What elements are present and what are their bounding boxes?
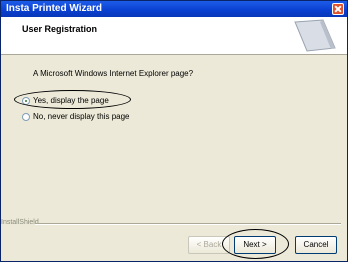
footer-divider	[35, 223, 341, 225]
radio-selected-icon[interactable]	[22, 96, 30, 105]
option-never-display[interactable]: No, never display this page	[22, 112, 130, 121]
back-button[interactable]: < Back	[188, 236, 230, 254]
page-title: User Registration	[22, 24, 98, 34]
cancel-button[interactable]: Cancel	[295, 236, 337, 254]
wizard-graphic-icon	[294, 19, 336, 52]
radio-unselected-icon[interactable]	[22, 112, 30, 121]
option-label: No, never display this page	[33, 112, 130, 121]
next-button[interactable]: Next >	[234, 236, 276, 254]
wizard-dialog: Insta Printed Wizard User Registration A…	[0, 0, 348, 262]
brand-label: InstallShield	[1, 219, 39, 226]
close-icon[interactable]	[332, 3, 344, 15]
window-title: Insta Printed Wizard	[6, 3, 103, 14]
option-label: Yes, display the page	[33, 96, 109, 105]
option-display-page[interactable]: Yes, display the page	[22, 96, 109, 105]
wizard-header: User Registration	[1, 17, 347, 55]
prompt-text: A Microsoft Windows Internet Explorer pa…	[33, 69, 194, 78]
title-bar[interactable]: Insta Printed Wizard	[1, 1, 347, 17]
